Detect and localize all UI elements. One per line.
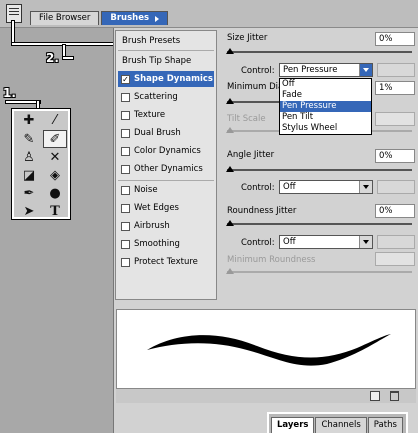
move-icon[interactable]: ✚	[17, 111, 41, 129]
color-dynamics-item[interactable]: Color Dynamics	[118, 143, 214, 159]
angle-jitter-label: Angle Jitter	[227, 150, 275, 160]
brush-presets-item[interactable]: Brush Presets	[118, 33, 214, 49]
min-diameter-slider[interactable]	[226, 98, 279, 104]
brush-options-list: Brush Presets Brush Tip Shape ✓ Shape Dyn…	[115, 30, 217, 300]
brush-tip-shape-item[interactable]: Brush Tip Shape	[118, 53, 214, 69]
size-control-label: Control:	[241, 66, 275, 76]
roundness-control-select[interactable]: Off	[279, 235, 373, 249]
tab-file-browser[interactable]: File Browser	[30, 11, 100, 25]
tab-arrow-icon[interactable]	[155, 15, 160, 22]
checkbox[interactable]: ✓	[121, 74, 130, 84]
shape-dynamics-item[interactable]: ✓ Shape Dynamics	[118, 71, 214, 87]
callout-one: 1.	[3, 86, 16, 100]
stamp-icon[interactable]: ♙	[17, 148, 41, 166]
new-preset-icon[interactable]	[370, 391, 380, 401]
roundness-control-extra-field	[377, 235, 415, 249]
roundness-jitter-label: Roundness Jitter	[227, 206, 297, 216]
magic-wand-icon[interactable]: ⁄	[43, 111, 67, 129]
size-control-select[interactable]: Pen Pressure	[279, 63, 373, 77]
callout-two: 2.	[46, 51, 59, 65]
stroke-preview-graphic	[147, 334, 391, 366]
wet-edges-item[interactable]: Wet Edges	[118, 200, 214, 216]
chevron-down-icon[interactable]	[359, 64, 372, 76]
dual-brush-item[interactable]: Dual Brush	[118, 125, 214, 141]
checkbox[interactable]	[121, 146, 130, 156]
callout-line	[62, 56, 74, 60]
brush-icon[interactable]: ✐	[43, 130, 67, 148]
dodge-icon[interactable]: ●	[43, 184, 67, 202]
tilt-scale-label: Tilt Scale	[227, 114, 266, 124]
roundness-jitter-value[interactable]: 0%	[375, 204, 415, 218]
min-roundness-value	[375, 252, 415, 266]
checkbox[interactable]	[121, 203, 130, 213]
checkbox[interactable]	[121, 257, 130, 267]
smoothing-item[interactable]: Smoothing	[118, 236, 214, 252]
history-brush-icon[interactable]: ✕	[43, 148, 67, 166]
noise-item[interactable]: Noise	[118, 182, 214, 198]
roundness-jitter-slider[interactable]	[226, 220, 412, 226]
type-icon[interactable]: T	[43, 202, 67, 220]
pen-icon[interactable]: ✒	[17, 184, 41, 202]
checkbox[interactable]	[121, 128, 130, 138]
palette-tab-strip: File Browser Brushes	[30, 11, 170, 25]
tilt-scale-value	[375, 112, 415, 126]
min-diameter-value[interactable]: 1%	[375, 81, 415, 95]
divider	[118, 180, 214, 181]
min-roundness-label: Minimum Roundness	[227, 255, 316, 265]
other-dynamics-item[interactable]: Other Dynamics	[118, 161, 214, 177]
tab-paths[interactable]: Paths	[367, 417, 403, 433]
airbrush-item[interactable]: Airbrush	[118, 218, 214, 234]
angle-control-extra-field	[377, 180, 415, 194]
dropdown-option-off[interactable]: Off	[280, 79, 371, 90]
path-select-icon[interactable]: ➤	[17, 202, 41, 220]
roundness-control-label: Control:	[241, 238, 275, 248]
size-jitter-value[interactable]: 0%	[375, 32, 415, 46]
angle-control-select[interactable]: Off	[279, 180, 373, 194]
angle-jitter-slider[interactable]	[226, 166, 412, 172]
layers-palette-tabs: Layers Channels Paths	[267, 412, 408, 433]
checkbox[interactable]	[121, 221, 130, 231]
tab-brushes[interactable]: Brushes	[101, 11, 169, 25]
dropdown-option-stylus-wheel[interactable]: Stylus Wheel	[280, 123, 371, 134]
dropdown-option-pen-pressure[interactable]: Pen Pressure	[280, 101, 371, 112]
stroke-preview	[116, 309, 416, 389]
bandaid-icon[interactable]: ✎	[17, 130, 41, 148]
angle-control-label: Control:	[241, 183, 275, 193]
trash-icon[interactable]	[390, 391, 399, 401]
paint-bucket-icon[interactable]: ◈	[43, 166, 67, 184]
protect-texture-item[interactable]: Protect Texture	[118, 254, 214, 270]
tab-channels[interactable]: Channels	[315, 417, 367, 433]
chevron-down-icon[interactable]	[359, 181, 372, 193]
panel-footer	[116, 389, 416, 403]
scattering-item[interactable]: Scattering	[118, 89, 214, 105]
checkbox[interactable]	[121, 185, 130, 195]
control-dropdown-menu: Off Fade Pen Pressure Pen Tilt Stylus Wh…	[279, 78, 372, 135]
checkbox[interactable]	[121, 239, 130, 249]
angle-jitter-value[interactable]: 0%	[375, 149, 415, 163]
checkbox[interactable]	[121, 164, 130, 174]
checkbox[interactable]	[121, 92, 130, 102]
size-control-extra-field	[377, 63, 415, 77]
dropdown-option-fade[interactable]: Fade	[280, 90, 371, 101]
chevron-down-icon[interactable]	[359, 236, 372, 248]
dropdown-option-pen-tilt[interactable]: Pen Tilt	[280, 112, 371, 123]
texture-item[interactable]: Texture	[118, 107, 214, 123]
min-roundness-slider	[226, 268, 412, 274]
size-jitter-slider[interactable]	[226, 48, 412, 54]
eraser-icon[interactable]: ◪	[17, 166, 41, 184]
divider	[118, 50, 214, 51]
checkbox[interactable]	[121, 110, 130, 120]
tab-layers[interactable]: Layers	[271, 417, 315, 433]
tools-panel: ✚ ⁄ ✎ ✐ ♙ ✕ ◪ ◈ ✒ ● ➤ T	[11, 108, 71, 220]
size-jitter-label: Size Jitter	[227, 33, 268, 43]
